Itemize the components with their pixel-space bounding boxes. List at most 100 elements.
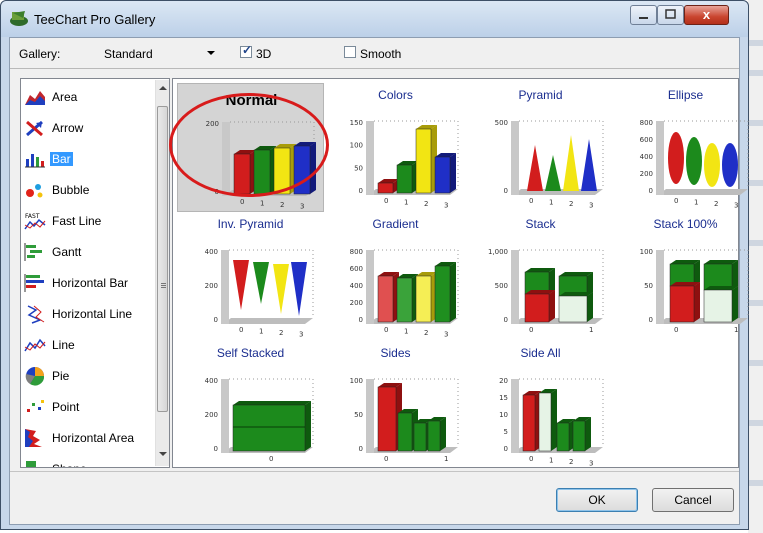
y-tick-label: 500 (495, 282, 508, 290)
series-type-item-horizontal-area[interactable]: Horizontal Area (22, 424, 152, 452)
cancel-button[interactable]: Cancel (652, 488, 734, 512)
y-tick-label: 1,000 (488, 248, 508, 256)
maximize-button[interactable] (657, 5, 684, 25)
series-type-label: Horizontal Bar (52, 276, 129, 290)
gallery-type-value[interactable]: Standard (104, 47, 153, 61)
tile-name: Colors (378, 88, 413, 102)
series-type-item-shape[interactable]: Shape (22, 455, 152, 467)
series-type-item-bubble[interactable]: Bubble (22, 176, 152, 204)
tile-name: Ellipse (667, 88, 704, 102)
checkmark-icon: ✓ (242, 43, 253, 57)
chart-thumbnail: 1,000 500 0 0 1 (488, 248, 604, 334)
y-tick-label: 150 (350, 119, 363, 127)
checkbox-3d[interactable]: ✓ (240, 43, 253, 58)
ok-button[interactable]: OK (556, 488, 638, 512)
x-tick-label: 3 (589, 460, 593, 468)
gallery-tile-ellipse[interactable]: Ellipse 800 600 400 200 0 0 1 2 3 (612, 83, 759, 212)
line-chart-icon (24, 338, 46, 352)
y-tick-label: 0 (649, 316, 653, 324)
series-type-label: Shape (50, 462, 89, 467)
gallery-tile-self-stacked[interactable]: Self Stacked 400 200 0 0 (177, 341, 324, 470)
x-tick-label: 0 (529, 197, 533, 205)
gallery-tile-side-all[interactable]: Side All 20 15 10 5 0 0 1 2 3 (467, 341, 614, 470)
y-tick-label: 50 (644, 282, 653, 290)
chart-thumbnail: 800 600 400 200 0 0 1 2 3 (640, 119, 749, 210)
tile-name: Gradient (372, 217, 419, 231)
gallery-tile-stack[interactable]: Stack 1,000 500 0 0 1 (467, 212, 614, 341)
tile-name: Inv. Pyramid (217, 217, 284, 231)
y-tick-label: 0 (214, 445, 218, 453)
y-tick-label: 15 (499, 394, 508, 402)
y-tick-label: 10 (499, 411, 508, 419)
x-tick-label: 1 (694, 199, 698, 207)
checkbox-smooth[interactable] (344, 46, 356, 58)
series-type-label: Arrow (52, 121, 84, 135)
teechart-app-icon (10, 11, 28, 26)
horizontal-line-icon (27, 305, 45, 324)
x-tick-label: 2 (424, 329, 428, 337)
checkbox-3d-label[interactable]: 3D (256, 47, 271, 61)
gallery-label: Gallery: (19, 47, 61, 61)
series-type-item-pie[interactable]: Pie (22, 362, 152, 390)
series-type-item-gantt[interactable]: Gantt (22, 238, 152, 266)
y-tick-label: 50 (354, 411, 363, 419)
bubble-chart-icon (26, 184, 43, 198)
x-tick-label: 0 (529, 455, 533, 463)
gallery-toolbar: Gallery: Standard ✓ 3D Smooth (10, 38, 739, 69)
gallery-type-dropdown[interactable] (173, 44, 221, 62)
gallery-tile-colors[interactable]: Colors 150 100 50 0 0 1 2 3 (322, 83, 469, 212)
gallery-tile-sides[interactable]: Sides 100 50 0 0 1 (322, 341, 469, 470)
x-tick-label: 1 (404, 199, 408, 207)
x-tick-label: 1 (589, 326, 593, 334)
minimize-icon (639, 17, 648, 19)
scrollbar-thumb[interactable] (157, 106, 168, 412)
scroll-down-icon[interactable] (159, 452, 167, 456)
area-chart-icon (25, 91, 45, 105)
gallery-tile-stack-100-[interactable]: Stack 100% 100 50 0 0 1 (612, 212, 759, 341)
x-tick-label: 3 (444, 331, 448, 339)
x-tick-label: 3 (734, 202, 738, 210)
gallery-tile-inv-pyramid[interactable]: Inv. Pyramid 400 200 0 0 1 2 3 (177, 212, 324, 341)
series-type-item-horizontal-bar[interactable]: Horizontal Bar (22, 269, 152, 297)
title-bar[interactable]: TeeChart Pro Gallery x (1, 1, 748, 37)
gantt-chart-icon (24, 243, 42, 261)
gallery-tile-gradient[interactable]: Gradient 800 600 400 200 0 0 1 2 3 (322, 212, 469, 341)
series-type-item-line[interactable]: Line (22, 331, 152, 359)
chart-thumbnail: 20 15 10 5 0 0 1 2 3 (499, 377, 604, 468)
series-type-item-arrow[interactable]: Arrow (22, 114, 152, 142)
series-type-label: Area (52, 90, 78, 104)
list-scrollbar[interactable] (155, 80, 169, 466)
close-button[interactable]: x (684, 5, 729, 25)
close-icon: x (702, 7, 711, 22)
tile-name: Self Stacked (216, 346, 285, 360)
gallery-tile-normal[interactable]: Normal 200 0 0 1 2 3 (177, 83, 324, 212)
series-type-item-horizontal-line[interactable]: Horizontal Line (22, 300, 152, 328)
series-type-item-area[interactable]: Area (22, 83, 152, 111)
x-tick-label: 2 (280, 201, 284, 209)
shape-chart-icon (26, 461, 36, 467)
series-type-item-fast-line[interactable]: FAST Fast Line (22, 207, 152, 235)
series-type-item-bar[interactable]: Bar (22, 145, 152, 173)
series-type-item-point[interactable]: Point (22, 393, 152, 421)
series-type-label: Bubble (52, 183, 90, 197)
gallery-tile-pyramid[interactable]: Pyramid 500 0 0 1 2 3 (467, 83, 614, 212)
series-type-list[interactable]: Area Arrow Bar Bubble FAST Fast Line Gantt Hori… (20, 78, 170, 468)
y-tick-label: 0 (215, 188, 219, 196)
y-tick-label: 0 (214, 316, 218, 324)
y-tick-label: 200 (205, 282, 218, 290)
y-tick-label: 200 (350, 299, 363, 307)
x-tick-label: 1 (549, 457, 553, 465)
checkbox-smooth-label[interactable]: Smooth (360, 47, 401, 61)
fast-line-icon: FAST (24, 213, 46, 230)
y-tick-label: 0 (359, 187, 363, 195)
x-tick-label: 2 (424, 200, 428, 208)
scroll-up-icon[interactable] (159, 86, 167, 90)
chart-thumbnail: 150 100 50 0 0 1 2 3 (350, 119, 459, 210)
x-tick-label: 1 (404, 328, 408, 336)
y-tick-label: 400 (350, 282, 363, 290)
y-tick-label: 600 (350, 265, 363, 273)
series-type-label: Gantt (52, 245, 82, 259)
tile-name: Stack (525, 217, 556, 231)
minimize-button[interactable] (630, 5, 657, 25)
x-tick-label: 3 (444, 202, 448, 210)
